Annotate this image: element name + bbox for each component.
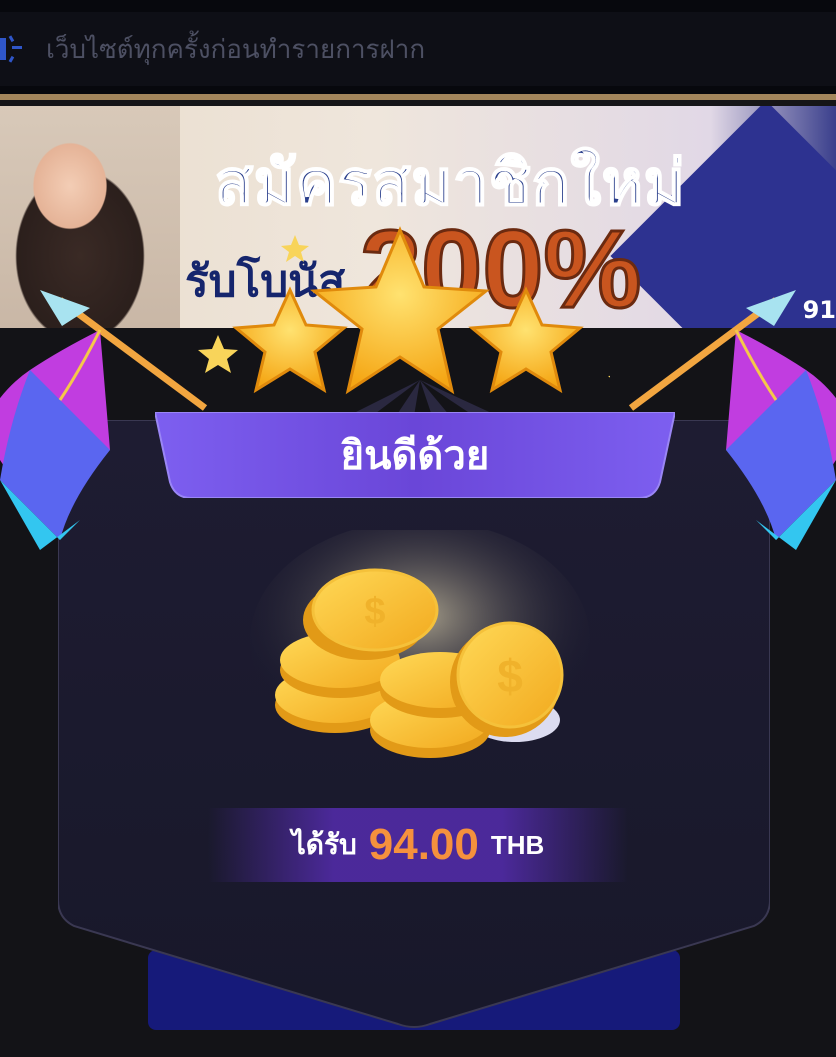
reward-bar: ได้รับ 94.00 THB (208, 808, 628, 882)
announcement-bar: เว็บไซต์ทุกครั้งก่อนทำรายการฝาก (0, 0, 836, 100)
reward-label: ได้รับ (291, 828, 357, 861)
svg-text:$: $ (497, 650, 523, 702)
reward-currency: THB (490, 829, 545, 860)
modal-title: ยินดีด้วย (340, 433, 490, 479)
reward-amount: 94.00 (368, 820, 479, 869)
marquee-container: เว็บไซต์ทุกครั้งก่อนทำรายการฝาก (0, 12, 836, 86)
gold-coins-icon: $ $ (250, 530, 590, 760)
marquee-text: เว็บไซต์ทุกครั้งก่อนทำรายการฝาก (46, 34, 426, 65)
stars-icon (198, 226, 610, 395)
megaphone-icon (0, 35, 22, 63)
svg-text:$: $ (364, 591, 385, 633)
